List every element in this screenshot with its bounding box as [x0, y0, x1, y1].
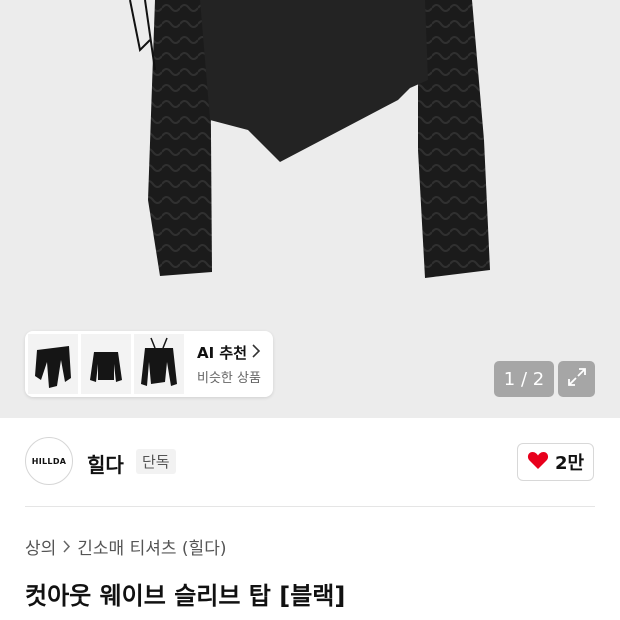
- product-image-gallery[interactable]: AI 추천 비슷한 상품 1 / 2: [0, 0, 620, 418]
- reco-subtitle: 비슷한 상품: [197, 371, 261, 386]
- reco-thumbnail-2[interactable]: [81, 334, 131, 394]
- expand-icon: [566, 366, 588, 392]
- like-count: 2만: [554, 453, 585, 474]
- reco-thumbnail-1[interactable]: [28, 334, 78, 394]
- brand-name[interactable]: 힐다: [87, 449, 124, 478]
- divider: [25, 506, 595, 507]
- breadcrumb-subcategory[interactable]: 긴소매 티셔츠 (힐다): [77, 534, 226, 559]
- image-counter: 1 / 2: [494, 361, 554, 397]
- breadcrumb-category[interactable]: 상의: [25, 534, 56, 559]
- chevron-right-icon: [251, 343, 261, 362]
- ai-recommendation-card[interactable]: AI 추천 비슷한 상품: [25, 331, 273, 397]
- product-title: 컷아웃 웨이브 슬리브 탑 [블랙]: [25, 582, 346, 610]
- expand-button[interactable]: [558, 361, 595, 397]
- chevron-right-icon: [62, 540, 71, 553]
- heart-icon: [527, 450, 549, 475]
- reco-title: AI 추천: [197, 344, 248, 362]
- like-button[interactable]: 2만: [517, 443, 594, 481]
- brand-logo-text: HILLDA: [31, 456, 67, 466]
- brand-logo[interactable]: HILLDA: [25, 437, 73, 485]
- exclusive-badge: 단독: [136, 449, 176, 474]
- brand-row: HILLDA 힐다 단독 2만: [25, 437, 595, 487]
- reco-thumbnail-3[interactable]: [134, 334, 184, 394]
- breadcrumb: 상의 긴소매 티셔츠 (힐다): [25, 534, 226, 559]
